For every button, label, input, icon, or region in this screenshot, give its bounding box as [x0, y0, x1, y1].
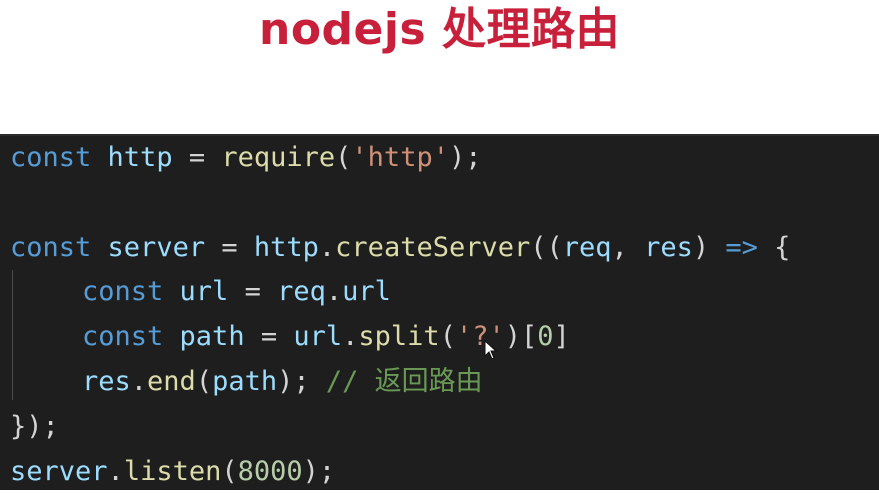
token: =: [205, 232, 254, 263]
token: (: [335, 142, 352, 173]
token: =: [244, 321, 294, 352]
token: split: [358, 321, 440, 352]
slide-title: nodejs 处理路由: [259, 4, 620, 55]
token: path: [212, 366, 278, 397]
token: req: [277, 276, 326, 307]
code-line-6: res.end(path); // 返回路由: [10, 360, 483, 404]
token: end: [147, 366, 196, 397]
token: (: [195, 366, 213, 397]
token: =: [228, 276, 278, 307]
token: require: [221, 142, 336, 173]
token: 0: [537, 321, 554, 352]
token: ,: [611, 232, 645, 263]
token: .: [325, 276, 343, 307]
token: createServer: [335, 232, 531, 263]
code-editor[interactable]: const http = require('http'); const serv…: [0, 134, 879, 490]
token: server: [10, 456, 108, 487]
token: http: [253, 232, 319, 263]
token: );: [277, 366, 326, 397]
token: listen: [123, 456, 222, 487]
token: url: [179, 276, 229, 307]
token: const: [82, 276, 164, 307]
token: server: [107, 232, 206, 263]
token: req: [562, 232, 612, 263]
token: path: [179, 321, 245, 352]
token: ((: [530, 232, 563, 263]
mouse-pointer-icon: [484, 340, 498, 360]
token: );: [448, 142, 482, 173]
code-comment: // 返回路由: [325, 366, 483, 397]
token: .: [130, 366, 148, 397]
token: )[: [504, 321, 538, 352]
token: res: [82, 366, 131, 397]
code-line-3: const server = http.createServer((req, r…: [10, 226, 790, 270]
token: http: [107, 142, 173, 173]
code-line-8: server.listen(8000);: [10, 450, 335, 490]
token: res: [644, 232, 693, 263]
token: const: [82, 321, 164, 352]
token: );: [302, 456, 336, 487]
code-line-4: const url = req.url: [10, 270, 391, 314]
code-line-1: const http = require('http');: [10, 136, 481, 180]
token: .: [107, 456, 124, 487]
token: 'http': [351, 142, 449, 173]
token: .: [318, 232, 336, 263]
token: {: [757, 232, 791, 263]
token: const: [10, 232, 92, 263]
token: });: [10, 411, 59, 442]
token: const: [10, 142, 92, 173]
token: =>: [725, 232, 758, 263]
token: (: [221, 456, 238, 487]
token: url: [342, 276, 391, 307]
token: .: [342, 321, 359, 352]
token: ]: [553, 321, 570, 352]
code-line-7: });: [10, 405, 59, 449]
token: =: [172, 142, 222, 173]
token: ): [692, 232, 726, 263]
token: 8000: [237, 456, 303, 487]
token: (: [439, 321, 456, 352]
token: url: [293, 321, 343, 352]
